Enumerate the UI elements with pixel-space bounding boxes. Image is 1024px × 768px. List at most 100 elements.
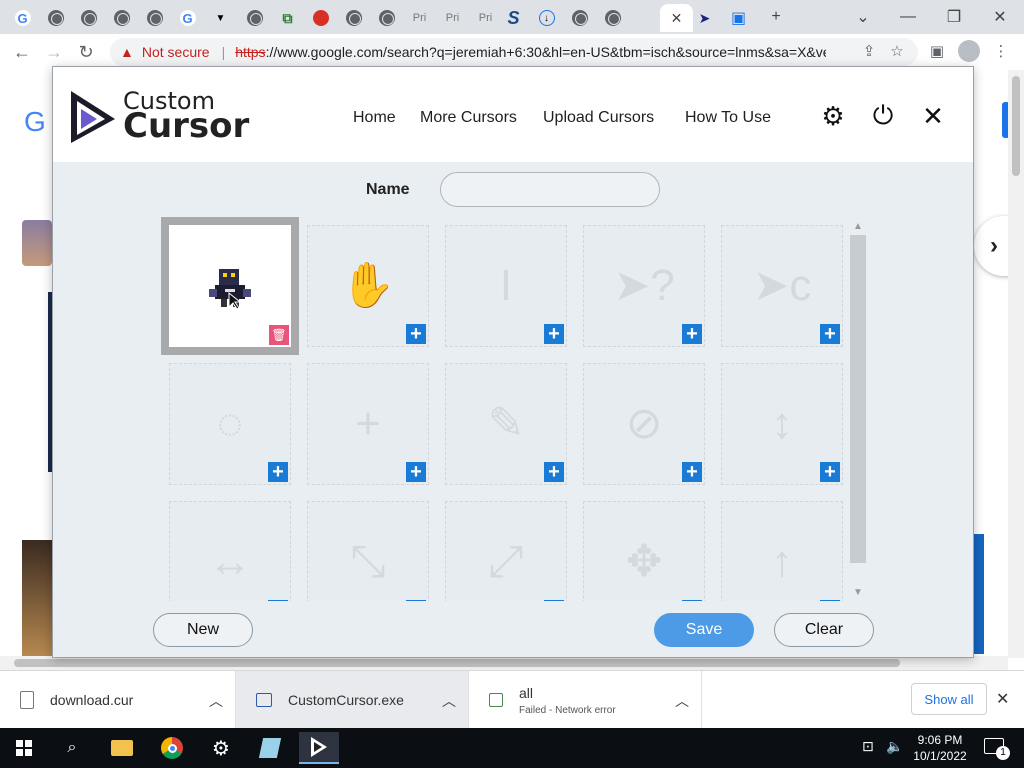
browser-tab[interactable] xyxy=(596,4,629,32)
browser-tab[interactable]: G xyxy=(6,4,39,32)
image-thumbnail[interactable] xyxy=(22,540,52,658)
browser-tab[interactable]: S xyxy=(497,4,530,32)
add-plus-icon[interactable]: + xyxy=(820,600,840,601)
settings-gear-icon[interactable]: ⚙ xyxy=(818,101,848,131)
cursor-slot[interactable]: + + xyxy=(307,363,429,485)
cursor-slot[interactable]: ➤c + xyxy=(721,225,843,347)
nav-more-cursors[interactable]: More Cursors xyxy=(420,109,517,127)
name-input[interactable] xyxy=(440,172,660,207)
image-thumbnail[interactable] xyxy=(22,220,52,266)
cursor-slot-selected[interactable]: 🗑 xyxy=(161,217,299,355)
save-button[interactable]: Save xyxy=(654,613,754,647)
scroll-up-icon[interactable]: ▲ xyxy=(849,221,867,232)
browser-tab[interactable] xyxy=(563,4,596,32)
browser-menu-icon[interactable]: ⋮ xyxy=(990,40,1012,62)
add-plus-icon[interactable]: + xyxy=(268,462,288,482)
network-icon[interactable]: ⊡ xyxy=(862,738,874,755)
scroll-down-icon[interactable]: ▼ xyxy=(849,587,867,598)
power-icon[interactable]: ⏻ xyxy=(868,100,898,131)
add-plus-icon[interactable]: + xyxy=(682,324,702,344)
grid-scrollbar[interactable]: ▲ ▼ xyxy=(849,221,867,601)
browser-tab[interactable]: ↓ xyxy=(530,4,563,32)
side-panel-icon[interactable]: ▣ xyxy=(926,40,948,62)
address-bar[interactable]: ▲ Not secure | https ://www.google.com/s… xyxy=(110,38,918,66)
add-plus-icon[interactable]: + xyxy=(544,462,564,482)
browser-tab[interactable]: Pri xyxy=(403,4,436,32)
forward-arrow-icon[interactable]: → xyxy=(42,40,66,64)
browser-tab[interactable] xyxy=(72,4,105,32)
window-close-icon[interactable]: ✕ xyxy=(980,4,1020,30)
file-explorer-icon[interactable] xyxy=(102,732,142,764)
new-tab-icon[interactable]: + xyxy=(756,4,796,30)
add-plus-icon[interactable]: + xyxy=(682,600,702,601)
windows-start-icon[interactable] xyxy=(4,732,44,764)
page-vertical-scrollbar[interactable] xyxy=(1008,70,1024,658)
custom-cursor-taskbar-icon[interactable] xyxy=(299,732,339,764)
cursor-slot[interactable]: ➤? + xyxy=(583,225,705,347)
bookmark-star-icon[interactable]: ☆ xyxy=(886,40,908,62)
cursor-slot[interactable]: ↕ + xyxy=(721,363,843,485)
add-plus-icon[interactable]: + xyxy=(406,462,426,482)
cursor-slot[interactable]: ✥+ xyxy=(583,501,705,601)
cursor-slot[interactable]: ⤢+ xyxy=(445,501,567,601)
cursor-slot[interactable]: ⤡+ xyxy=(307,501,429,601)
notepad-icon[interactable] xyxy=(250,732,290,764)
grid-scroll-thumb[interactable] xyxy=(850,235,866,563)
nav-home[interactable]: Home xyxy=(353,109,396,127)
download-item[interactable]: download.cur ︿ xyxy=(0,671,236,729)
profile-avatar[interactable] xyxy=(958,40,980,62)
browser-tab[interactable]: ▣ xyxy=(722,4,755,32)
add-plus-icon[interactable]: + xyxy=(406,324,426,344)
nav-how-to-use[interactable]: How To Use xyxy=(685,109,771,127)
add-plus-icon[interactable]: + xyxy=(682,462,702,482)
delete-trash-icon[interactable]: 🗑 xyxy=(269,325,289,345)
cursor-slot[interactable]: ⊘ + xyxy=(583,363,705,485)
browser-tab[interactable]: Pri xyxy=(436,4,469,32)
settings-gear-icon[interactable]: ⚙ xyxy=(201,732,241,764)
browser-tab[interactable]: G xyxy=(171,4,204,32)
browser-tab[interactable]: ➤ xyxy=(688,4,721,32)
close-downloads-icon[interactable]: ✕ xyxy=(996,689,1009,709)
browser-tab[interactable]: ⧉ xyxy=(271,4,304,32)
cursor-slot[interactable]: ↑+ xyxy=(721,501,843,601)
browser-tab[interactable]: ▼ xyxy=(204,4,237,32)
add-plus-icon[interactable]: + xyxy=(406,600,426,601)
download-item[interactable]: CustomCursor.exe ︿ xyxy=(236,671,469,729)
add-plus-icon[interactable]: + xyxy=(268,600,288,601)
browser-tab[interactable] xyxy=(105,4,138,32)
browser-tab[interactable] xyxy=(337,4,370,32)
search-icon[interactable]: ⌕ xyxy=(52,732,92,764)
share-icon[interactable]: ⇪ xyxy=(858,40,880,62)
chevron-up-icon[interactable]: ︿ xyxy=(675,691,689,711)
close-icon[interactable]: ✕ xyxy=(918,101,948,131)
minimize-icon[interactable]: — xyxy=(888,4,928,30)
download-item[interactable]: all Failed - Network error ︿ xyxy=(469,671,702,729)
cursor-slot[interactable]: ◌ + xyxy=(169,363,291,485)
custom-cursor-logo[interactable]: Custom Cursor xyxy=(67,89,257,145)
restore-icon[interactable]: ❐ xyxy=(934,4,974,30)
volume-icon[interactable]: 🔈 xyxy=(886,738,903,755)
cursor-slot[interactable]: I + xyxy=(445,225,567,347)
clear-button[interactable]: Clear xyxy=(774,613,874,647)
page-horizontal-scrollbar[interactable] xyxy=(0,656,1008,670)
add-plus-icon[interactable]: + xyxy=(820,324,840,344)
add-plus-icon[interactable]: + xyxy=(544,324,564,344)
browser-tab[interactable] xyxy=(304,4,337,32)
browser-tab[interactable] xyxy=(138,4,171,32)
add-plus-icon[interactable]: + xyxy=(820,462,840,482)
cursor-slot[interactable]: ↔+ xyxy=(169,501,291,601)
browser-tab[interactable] xyxy=(39,4,72,32)
cursor-slot[interactable]: ✎ + xyxy=(445,363,567,485)
cursor-slot[interactable]: ✋ + xyxy=(307,225,429,347)
show-all-button[interactable]: Show all xyxy=(911,683,987,715)
browser-tab[interactable] xyxy=(370,4,403,32)
add-plus-icon[interactable]: + xyxy=(544,600,564,601)
browser-tab[interactable] xyxy=(238,4,271,32)
tab-search-chevron-icon[interactable]: ⌄ xyxy=(843,4,883,30)
back-arrow-icon[interactable]: ← xyxy=(10,40,34,64)
reload-icon[interactable]: ↻ xyxy=(74,40,98,64)
chevron-up-icon[interactable]: ︿ xyxy=(442,691,456,711)
new-button[interactable]: New xyxy=(153,613,253,647)
clock[interactable]: 9:06 PM 10/1/2022 xyxy=(912,732,968,764)
nav-upload-cursors[interactable]: Upload Cursors xyxy=(543,109,654,127)
